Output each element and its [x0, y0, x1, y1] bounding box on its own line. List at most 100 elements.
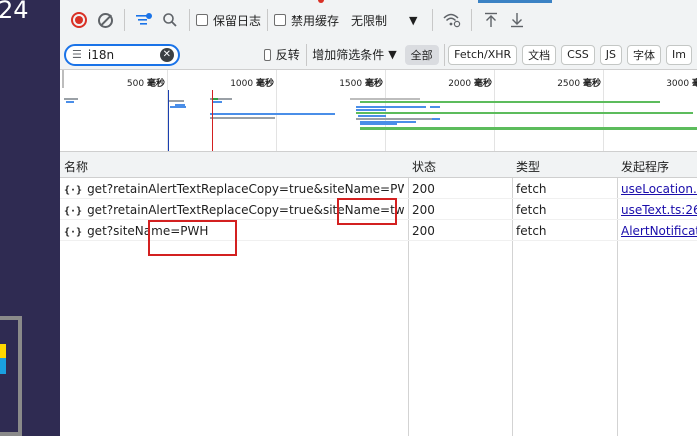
type-filter-font[interactable]: 字体: [627, 44, 662, 65]
fetch-icon: {·}: [64, 185, 83, 196]
table-header: 名称 状态 类型 发起程序: [60, 152, 697, 178]
preserve-log-label[interactable]: 保留日志: [213, 12, 261, 29]
type-cell: fetch: [516, 182, 547, 196]
import-har-button[interactable]: [478, 7, 504, 33]
timeline-request-bar: [432, 118, 440, 120]
invert-label[interactable]: 反转: [276, 46, 300, 63]
page-background: 24: [0, 0, 60, 436]
throttling-dropdown-icon[interactable]: ▼: [409, 14, 417, 27]
column-header-name[interactable]: 名称: [64, 158, 88, 175]
type-cell: fetch: [516, 203, 547, 217]
timeline-gridline: [276, 70, 277, 151]
timeline-request-bar: [210, 113, 335, 115]
timeline-request-bar: [356, 106, 426, 108]
toolbar-divider: [431, 9, 433, 31]
toolbar-divider: [189, 9, 190, 31]
active-tab-indicator: [478, 0, 552, 3]
type-filter-js[interactable]: JS: [599, 44, 623, 65]
timeline-request-bar: [360, 101, 660, 103]
timeline-gridline: [494, 70, 495, 151]
clear-button[interactable]: [92, 7, 118, 33]
highlight-annotation-box: [337, 198, 397, 225]
timeline-request-bar: [168, 100, 184, 102]
record-icon: [71, 12, 87, 28]
timeline-request-bar: [356, 109, 386, 111]
requests-table: 名称 状态 类型 发起程序 {·} get?retainAlertTextRepl…: [60, 152, 697, 436]
timeline-request-bar: [350, 98, 420, 100]
column-header-initiator[interactable]: 发起程序: [621, 158, 669, 175]
search-button[interactable]: [157, 7, 183, 33]
timeline-request-bar: [170, 106, 186, 108]
timeline-tick-1000: 1000 毫秒: [230, 79, 274, 89]
search-icon: [163, 13, 177, 27]
throttling-select[interactable]: 无限制: [351, 12, 387, 29]
filter-funnel-icon: ☰: [72, 48, 82, 61]
timeline-overview[interactable]: 500 毫秒 1000 毫秒 1500 毫秒 2000 毫秒 2500 毫秒 3…: [60, 70, 697, 152]
request-name-cell[interactable]: {·} get?retainAlertTextReplaceCopy=true&s…: [64, 182, 404, 196]
more-filters-dropdown-icon[interactable]: ▼: [388, 48, 396, 61]
timeline-tick-500: 500 毫秒: [126, 79, 165, 89]
overview-left-handle[interactable]: [62, 70, 64, 88]
timeline-tick-3000: 3000 毫秒: [666, 79, 697, 89]
timeline-request-bar: [210, 117, 275, 119]
type-filter-doc[interactable]: 文档: [522, 44, 557, 65]
load-event-marker: [212, 90, 213, 151]
initiator-link[interactable]: AlertNotification: [621, 224, 697, 238]
timeline-request-bar: [360, 123, 397, 125]
initiator-link[interactable]: useText.ts:26: [621, 203, 697, 217]
toolbar-divider: [124, 9, 125, 31]
timeline-request-bar: [212, 101, 222, 103]
request-name[interactable]: get?retainAlertTextReplaceCopy=true&site…: [87, 182, 404, 196]
timeline-request-bar: [356, 118, 436, 120]
clear-icon: [97, 12, 113, 28]
download-icon: [510, 13, 523, 28]
more-filters-button[interactable]: 增加筛选条件: [312, 46, 384, 63]
filter-input-box[interactable]: ☰ ✕: [64, 43, 180, 66]
timeline-tick-1500: 1500 毫秒: [339, 79, 383, 89]
type-filter-fetch-xhr[interactable]: Fetch/XHR: [448, 44, 518, 65]
network-conditions-button[interactable]: [439, 7, 465, 33]
timeline-tick-2500: 2500 毫秒: [557, 79, 601, 89]
recording-indicator: [318, 0, 324, 3]
timeline-request-bar: [360, 127, 697, 130]
toolbar-divider: [470, 9, 472, 31]
filter-bar: ☰ ✕ 反转 增加筛选条件 ▼ 全部 Fetch/XHR 文档 CSS JS 字…: [60, 40, 697, 70]
status-cell: 200: [412, 182, 435, 196]
dom-content-loaded-marker: [168, 90, 169, 151]
invert-checkbox[interactable]: [263, 48, 271, 61]
page-frame-box: [0, 316, 22, 436]
highlight-annotation-box: [148, 220, 237, 256]
record-button[interactable]: [66, 7, 92, 33]
upload-icon: [484, 12, 497, 27]
status-cell: 200: [412, 224, 435, 238]
timeline-request-bar: [64, 98, 78, 100]
devtools-network-panel: 保留日志 禁用缓存 无限制 ▼ ☰ i18n ✕ 反转 增加筛选条件 ▼ 全部 …: [60, 0, 697, 436]
disable-cache-checkbox[interactable]: [274, 14, 287, 26]
type-filter-img[interactable]: Im: [666, 44, 692, 65]
fetch-icon: {·}: [64, 206, 83, 217]
timeline-request-bar: [66, 101, 74, 103]
initiator-link[interactable]: useLocation.ts: [621, 182, 697, 196]
table-row[interactable]: {·} get?retainAlertTextReplaceCopy=true&s…: [60, 178, 697, 199]
filter-lines-icon: [136, 13, 152, 25]
filter-toggle-button[interactable]: [131, 7, 157, 33]
type-filter-all[interactable]: 全部: [404, 44, 439, 65]
column-header-type[interactable]: 类型: [516, 158, 540, 175]
timeline-tick-2000: 2000 毫秒: [448, 79, 492, 89]
timeline-gridline: [385, 70, 386, 151]
column-header-status[interactable]: 状态: [412, 158, 436, 175]
timeline-request-bar: [358, 115, 386, 117]
wifi-settings-icon: [442, 13, 460, 28]
clear-filter-icon[interactable]: ✕: [159, 47, 174, 62]
export-har-button[interactable]: [504, 7, 530, 33]
toolbar-divider: [267, 9, 269, 31]
filter-input[interactable]: [87, 47, 160, 62]
preserve-log-checkbox[interactable]: [196, 14, 208, 26]
type-cell: fetch: [516, 224, 547, 238]
type-filter-css[interactable]: CSS: [561, 44, 595, 65]
disable-cache-label[interactable]: 禁用缓存: [291, 12, 339, 29]
page-number-text: 24: [0, 0, 29, 24]
timeline-gridline: [603, 70, 604, 151]
fetch-icon: {·}: [64, 227, 83, 238]
network-toolbar: 保留日志 禁用缓存 无限制 ▼: [60, 0, 697, 40]
